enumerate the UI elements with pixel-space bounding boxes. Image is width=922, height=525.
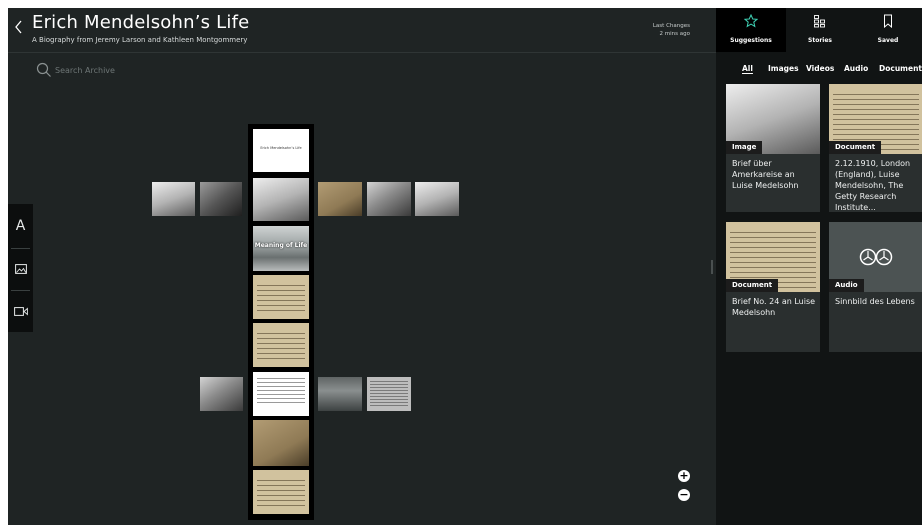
last-changes-label: Last Changes <box>652 23 690 29</box>
photo-tile[interactable] <box>152 182 195 216</box>
filter-videos[interactable]: Videos <box>806 64 834 73</box>
tab-saved[interactable]: Saved <box>854 8 922 52</box>
suggestion-card[interactable]: Document 2.12.1910, London (England), Lu… <box>829 84 922 212</box>
photo-tile[interactable] <box>200 182 242 216</box>
search-input[interactable] <box>55 63 215 77</box>
filter-all[interactable]: All <box>742 64 753 73</box>
app-window: Erich Mendelsohn’s Life A Biography from… <box>8 8 922 525</box>
card-type-badge: Audio <box>829 279 864 292</box>
architecture-tile[interactable]: Meaning of Life <box>253 226 309 271</box>
letter-tile[interactable] <box>253 470 309 514</box>
page-title: Erich Mendelsohn’s Life <box>32 12 250 33</box>
photo-tile[interactable] <box>367 182 411 216</box>
photo-tile[interactable] <box>200 377 243 411</box>
last-changes-value: 2 mins ago <box>659 31 690 37</box>
right-panel: Suggestions Stories Saved All Images Vid… <box>711 8 922 525</box>
title-tile-caption: Erich Mendelsohn’s Life <box>260 146 302 150</box>
star-icon <box>744 14 758 28</box>
filter-documents[interactable]: Documents <box>879 64 922 73</box>
bookmark-icon <box>884 14 892 28</box>
suggestion-card[interactable]: Document Brief No. 24 an Luise Medelsohn <box>726 222 820 352</box>
tab-suggestions[interactable]: Suggestions <box>716 8 786 52</box>
filter-images[interactable]: Images <box>768 64 799 73</box>
audio-reel-icon <box>859 248 893 266</box>
left-tool-rail: A <box>8 204 33 332</box>
back-button[interactable] <box>12 18 26 36</box>
letter-tile[interactable] <box>253 323 309 367</box>
title-tile[interactable]: Erich Mendelsohn’s Life <box>253 129 309 172</box>
card-title: Sinnbild des Lebens <box>835 297 915 306</box>
suggestion-card[interactable]: Image Brief über Amerkareise an Luise Me… <box>726 84 820 212</box>
photo-tile[interactable] <box>253 178 309 221</box>
letter-tile[interactable] <box>253 275 309 319</box>
photo-tile[interactable] <box>318 182 362 216</box>
image-tool-button[interactable] <box>8 249 33 289</box>
tab-label: Stories <box>808 37 832 44</box>
card-title: Brief über Amerkareise an Luise Medelsoh… <box>732 159 799 190</box>
text-tool-button[interactable]: A <box>8 206 33 246</box>
tab-stories[interactable]: Stories <box>786 8 854 52</box>
text-tool-icon: A <box>15 218 26 234</box>
suggestion-card[interactable]: Audio Sinnbild des Lebens <box>829 222 922 352</box>
card-title: Brief No. 24 an Luise Medelsohn <box>732 297 816 317</box>
page-subtitle: A Biography from Jeremy Larson and Kathl… <box>32 36 248 44</box>
photo-tile[interactable] <box>415 182 459 216</box>
card-title: 2.12.1910, London (England), Luise Mende… <box>835 159 911 212</box>
card-type-badge: Document <box>829 141 882 154</box>
search-icon <box>36 62 51 77</box>
filter-audio[interactable]: Audio <box>844 64 868 73</box>
zoom-out-button[interactable]: − <box>678 489 690 501</box>
portrait-tile[interactable] <box>253 420 309 466</box>
panel-resize-handle[interactable] <box>711 260 713 274</box>
search-bar[interactable] <box>36 62 236 78</box>
grid-icon <box>814 15 825 28</box>
panel-tabs: Suggestions Stories Saved <box>716 8 922 52</box>
video-camera-icon <box>13 306 28 316</box>
image-icon <box>14 264 27 274</box>
photo-tile[interactable] <box>318 377 362 411</box>
last-changes: Last Changes 2 mins ago <box>653 22 690 38</box>
document-tile[interactable] <box>367 377 411 411</box>
header: Erich Mendelsohn’s Life A Biography from… <box>8 8 716 53</box>
tab-label: Saved <box>877 37 899 44</box>
text-document-tile[interactable] <box>253 372 309 416</box>
tab-label: Suggestions <box>730 37 772 44</box>
card-type-badge: Image <box>726 141 763 154</box>
card-type-badge: Document <box>726 279 779 292</box>
video-tool-button[interactable] <box>8 291 33 331</box>
zoom-in-button[interactable]: + <box>678 470 690 482</box>
tile-overlay-caption: Meaning of Life <box>254 242 308 249</box>
chevron-left-icon <box>15 20 22 34</box>
